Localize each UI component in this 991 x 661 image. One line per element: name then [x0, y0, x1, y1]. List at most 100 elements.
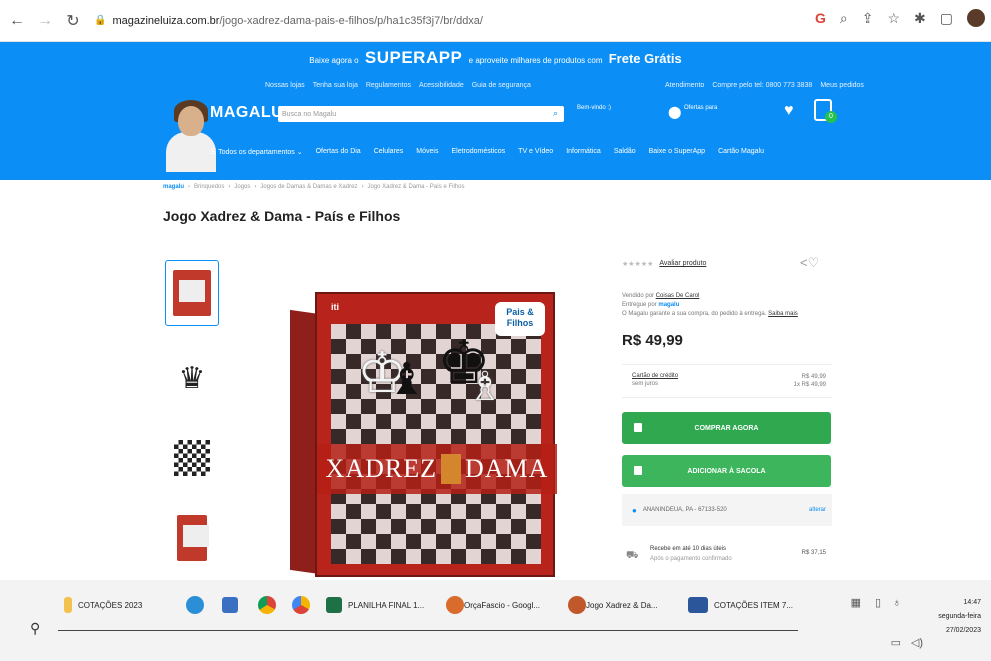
breadcrumb-item[interactable]: magalu: [163, 184, 184, 190]
taskbar-item-word[interactable]: COTAÇÕES ITEM 7...: [688, 594, 793, 616]
chrome-profile-icon: [446, 596, 464, 614]
thumbnail-3[interactable]: [165, 425, 219, 491]
login-link[interactable]: Bem-vindo :): [577, 104, 611, 112]
search-icon[interactable]: ⌕: [553, 108, 558, 119]
share-icon[interactable]: ⇪: [862, 10, 874, 27]
rate-product-link[interactable]: Avaliar produto: [659, 260, 706, 268]
network-icon[interactable]: ▭: [891, 636, 901, 650]
chrome-icon: [258, 596, 276, 614]
category-item[interactable]: Saldão: [614, 148, 636, 156]
top-link[interactable]: Regulamentos: [366, 82, 411, 89]
taskbar-underline: [58, 630, 798, 631]
google-icon[interactable]: G: [815, 10, 826, 26]
location-pin-icon[interactable]: ⬤: [668, 105, 681, 119]
card-payment-link[interactable]: Cartão de crédito: [632, 373, 678, 379]
thumbnail-1[interactable]: [165, 260, 219, 326]
top-link[interactable]: Nossas lojas: [265, 82, 305, 89]
extensions-icon[interactable]: ✱: [914, 10, 926, 27]
category-item[interactable]: Informática: [566, 148, 601, 156]
thumbnail-4[interactable]: [165, 505, 219, 571]
category-item[interactable]: Móveis: [416, 148, 438, 156]
category-item[interactable]: TV e Vídeo: [518, 148, 553, 156]
category-item[interactable]: Baixe o SuperApp: [649, 148, 705, 156]
top-link[interactable]: Meus pedidos: [820, 82, 864, 89]
saiba-mais-link[interactable]: Saiba mais: [768, 311, 798, 317]
product-image[interactable]: iti Pais & Filhos ♔ ♚ ♝ ♗ XADREZ DAMA: [290, 292, 560, 582]
bookmark-star-icon[interactable]: ☆: [887, 10, 900, 27]
truck-icon: ⛟: [626, 550, 639, 561]
frete-gratis: Frete Grátis: [608, 51, 682, 66]
breadcrumb-item[interactable]: Brinquedos: [194, 184, 224, 190]
top-link[interactable]: Acessibilidade: [419, 82, 464, 89]
sidepanel-icon[interactable]: ▢: [940, 10, 953, 27]
address-bar[interactable]: 🔒 magazineluiza.com.br /jogo-xadrez-dama…: [94, 9, 814, 33]
category-item[interactable]: Eletrodomésticos: [451, 148, 505, 156]
seller-link[interactable]: Coisas De Carol: [656, 293, 700, 299]
bag-icon: [634, 423, 642, 432]
location-pin-icon: ●: [632, 505, 637, 515]
forward-icon[interactable]: →: [34, 10, 56, 32]
top-link[interactable]: Tenha sua loja: [313, 82, 358, 89]
edge-icon: [186, 596, 204, 614]
back-icon[interactable]: ←: [6, 10, 28, 32]
zoom-icon[interactable]: ⌕: [840, 10, 848, 27]
card-installments: 1x R$ 49,99: [793, 382, 826, 388]
pais-filhos-logo: Pais & Filhos: [495, 302, 545, 336]
clock-date: 27/02/2023: [945, 627, 981, 634]
share-heart-icon[interactable]: <♡: [800, 255, 819, 271]
product-price: R$ 49,99: [622, 332, 683, 349]
ship-line2: Após o pagamento confirmado: [650, 556, 732, 562]
breadcrumb-item[interactable]: Jogos de Damas & Damas e Xadrez: [260, 184, 357, 190]
taskbar-item-edge[interactable]: [186, 594, 204, 616]
magalu-logo[interactable]: MAGALU: [210, 104, 283, 122]
category-item[interactable]: Ofertas do Dia: [316, 148, 361, 156]
search-input[interactable]: Busca no Magalu ⌕: [278, 106, 564, 122]
thumbnail-2[interactable]: ♛: [165, 345, 219, 411]
magalu-badge: magalu: [658, 302, 680, 308]
shipping-option[interactable]: ⛟ Recebe em até 10 dias úteis Após o pag…: [622, 540, 832, 576]
box-word-xadrez: XADREZ: [325, 454, 437, 483]
location-offers[interactable]: Ofertas para: [684, 104, 717, 112]
add-to-bag-button[interactable]: ADICIONAR À SACOLA: [622, 455, 831, 487]
volume-icon[interactable]: ◁): [911, 636, 923, 650]
word-icon: [688, 597, 708, 613]
cep-text: ANANINDEUA, PA - 67133-520: [642, 507, 727, 513]
category-item[interactable]: Cartão Magalu: [718, 148, 764, 156]
taskbar-item-chrome[interactable]: [258, 594, 276, 616]
taskbar-item-folder[interactable]: COTAÇÕES 2023: [64, 594, 142, 616]
buy-now-button[interactable]: COMPRAR AGORA: [622, 412, 831, 444]
welcome-text: Bem-vindo :): [577, 105, 612, 111]
heart-icon[interactable]: ♥: [784, 102, 794, 120]
breadcrumb-item[interactable]: Jogos: [234, 184, 250, 190]
taskbar-label: COTAÇÕES ITEM 7...: [714, 600, 793, 610]
battery-icon[interactable]: ▯: [875, 596, 881, 610]
widgets-icon[interactable]: ▦: [851, 596, 861, 610]
taskbar-item-jogo[interactable]: Jogo Xadrez & Da...: [568, 594, 658, 616]
category-item[interactable]: Celulares: [374, 148, 404, 156]
taskbar-item-excel[interactable]: PLANILHA FINAL 1...: [326, 594, 424, 616]
store-icon: [222, 597, 238, 613]
system-tray: ▦ ▯ ♁ ▭ ◁) 14:47 segunda-feira 27/02/202…: [851, 596, 981, 649]
top-link[interactable]: Compre pelo tel: 0800 773 3838: [712, 82, 812, 89]
mic-icon[interactable]: ♁: [893, 596, 901, 610]
seller-label: Vendido por: [622, 293, 655, 299]
superapp-promo[interactable]: Baixe agora o SUPERAPP e aproveite milha…: [0, 48, 991, 68]
reload-icon[interactable]: ↻: [62, 10, 84, 32]
superapp-logo: SUPERAPP: [364, 48, 463, 67]
change-cep-link[interactable]: alterar: [809, 507, 826, 513]
stars-icon: ★★★★★: [622, 261, 654, 268]
taskbar-item-chrome2[interactable]: [292, 594, 310, 616]
clock-time[interactable]: 14:47: [938, 596, 981, 610]
top-links-right: Atendimento Compre pelo tel: 0800 773 38…: [665, 82, 864, 89]
category-item[interactable]: ☰ Todos os departamentos ⌄: [210, 148, 303, 156]
taskbar-item-orcafascio[interactable]: OrçaFascio - Googl...: [446, 594, 540, 616]
profile-avatar[interactable]: [967, 9, 985, 27]
taskbar-item-store[interactable]: [222, 594, 244, 616]
windows-taskbar: ⚲ COTAÇÕES 2023 PLANILHA FINAL 1... Orça…: [0, 580, 991, 661]
top-link[interactable]: Guia de segurança: [472, 82, 531, 89]
top-link[interactable]: Atendimento: [665, 82, 704, 89]
search-icon[interactable]: ⚲: [30, 620, 40, 637]
card-payment: Cartão de crédito sem juros R$ 49,99 1x R…: [622, 364, 832, 398]
cart-icon[interactable]: 0: [814, 99, 837, 123]
taskbar-label: OrçaFascio - Googl...: [464, 600, 541, 610]
